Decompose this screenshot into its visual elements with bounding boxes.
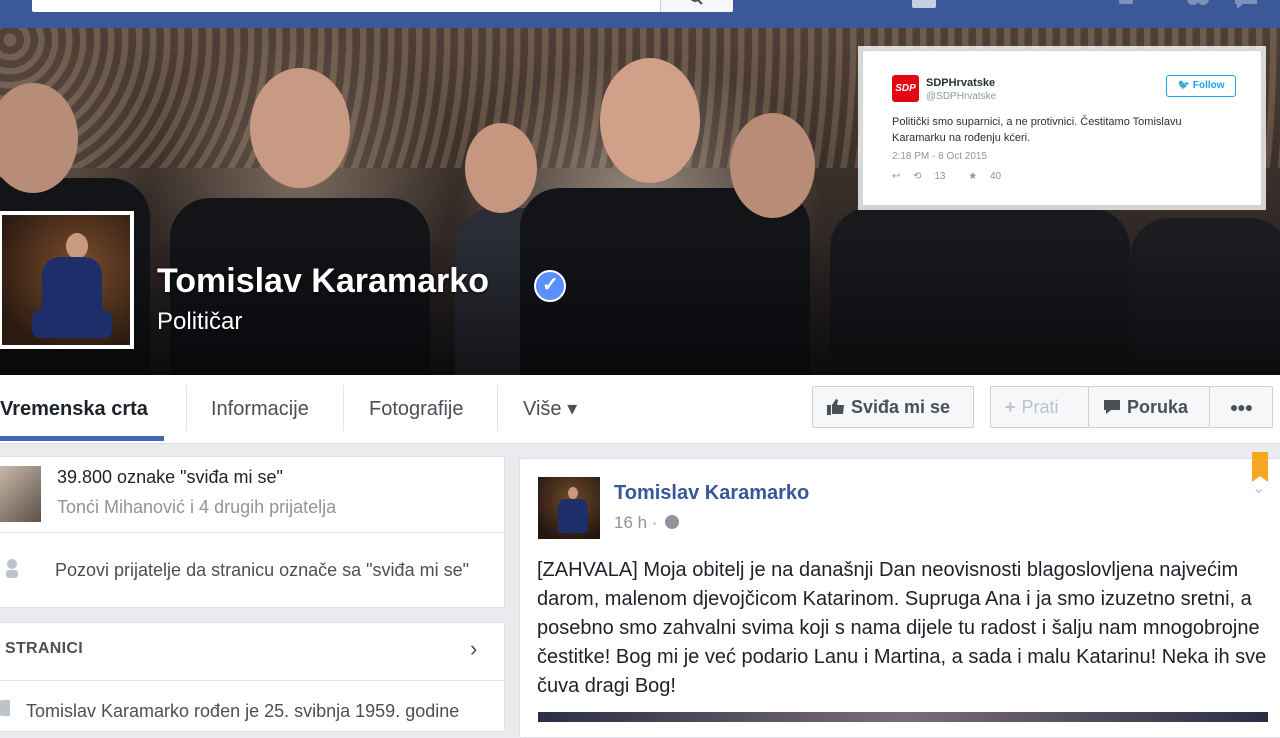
like-button-label: Sviđa mi se <box>851 397 951 417</box>
active-tab-indicator <box>0 436 164 441</box>
message-button-label: Poruka <box>1127 397 1189 417</box>
invite-friends-icon <box>4 558 22 586</box>
about-description: Tomislav Karamarko rođen je 25. svibnja … <box>26 701 460 721</box>
tab-photos[interactable]: Fotografije <box>369 375 464 443</box>
friends-who-like[interactable]: Tonći Mihanović i 4 drugih prijatelja <box>57 497 336 518</box>
tab-timeline[interactable]: Vremenska crta <box>0 375 148 443</box>
follow-button[interactable]: + Prati <box>990 386 1089 428</box>
messages-icon[interactable] <box>1233 0 1263 10</box>
tweet-actions: ↩ ⟲ 13 ★ 40 <box>892 171 1021 182</box>
favorite-count: 40 <box>990 171 1002 182</box>
tweet-timestamp[interactable]: 2:18 PM - 8 Oct 2015 <box>892 151 987 162</box>
search-input[interactable] <box>32 0 732 12</box>
cover-figure-head <box>465 123 537 213</box>
tweet-author-handle[interactable]: @SDPHrvatske <box>926 91 996 102</box>
home-icon[interactable] <box>910 0 940 10</box>
tweet-author-name[interactable]: SDPHrvatske <box>926 77 995 89</box>
tab-about[interactable]: Informacije <box>211 375 309 443</box>
thumbs-up-icon <box>827 387 845 427</box>
post-author-avatar[interactable] <box>538 477 600 539</box>
message-bubble-icon <box>1103 387 1121 427</box>
friend-avatar[interactable] <box>0 466 41 522</box>
post-image[interactable] <box>538 712 1268 722</box>
bookmark-icon[interactable] <box>1252 452 1268 482</box>
tweet-follow-label: Follow <box>1192 80 1225 91</box>
globe-icon <box>665 515 679 529</box>
verified-badge-icon: ✓ <box>534 270 566 302</box>
tab-more[interactable]: Više ▾ <box>523 375 577 443</box>
cover-shade <box>0 235 1280 375</box>
like-page-button[interactable]: Sviđa mi se <box>812 386 974 428</box>
chevron-right-icon[interactable]: › <box>470 636 477 662</box>
retweet-count: 13 <box>934 171 946 182</box>
plus-icon: + <box>1005 397 1016 417</box>
invite-friends-link[interactable]: Pozovi prijatelje da stranicu označe sa … <box>55 560 469 581</box>
post-timestamp[interactable]: 16 h · <box>614 513 657 533</box>
friend-requests-icon[interactable] <box>1183 0 1213 10</box>
cover-figure-head <box>250 68 350 188</box>
retweet-icon: ⟲ <box>913 171 922 182</box>
message-button[interactable]: Poruka <box>1088 386 1210 428</box>
embedded-tweet[interactable]: SDP SDPHrvatske @SDPHrvatske 🐦 Follow Pol… <box>862 50 1262 206</box>
search-button[interactable] <box>660 0 733 12</box>
reply-icon[interactable]: ↩ <box>892 171 900 182</box>
cover-figure-head <box>730 113 815 218</box>
chevron-down-icon[interactable]: ⌄ <box>1252 478 1265 498</box>
follow-button-label: Prati <box>1021 397 1059 417</box>
retweet-action[interactable]: ⟲ 13 <box>913 171 955 182</box>
info-icon <box>0 700 10 716</box>
favorite-action[interactable]: ★ 40 <box>968 171 1011 182</box>
sdp-logo: SDP <box>892 75 919 102</box>
more-options-button[interactable]: ●●● <box>1209 386 1273 428</box>
page-title[interactable]: Tomislav Karamarko <box>157 262 489 301</box>
cover-figure-head <box>600 58 700 183</box>
post-author-name[interactable]: Tomislav Karamarko <box>614 482 809 505</box>
star-icon: ★ <box>968 171 978 182</box>
page-category[interactable]: Političar <box>157 308 242 336</box>
about-section-title[interactable]: STRANICI <box>5 640 83 658</box>
profile-picture[interactable] <box>0 211 134 349</box>
likes-count[interactable]: 39.800 oznake "sviđa mi se" <box>57 467 283 488</box>
tweet-text: Politički smo suparnici, a ne protivnici… <box>892 116 1182 144</box>
search-icon <box>691 0 703 5</box>
tweet-follow-button[interactable]: 🐦 Follow <box>1166 75 1236 97</box>
help-icon[interactable] <box>1115 0 1145 10</box>
top-bar <box>0 0 1280 29</box>
post-text: [ZAHVALA] Moja obitelj je na današnji Da… <box>537 559 1267 697</box>
twitter-bird-icon: 🐦 <box>1177 80 1190 91</box>
